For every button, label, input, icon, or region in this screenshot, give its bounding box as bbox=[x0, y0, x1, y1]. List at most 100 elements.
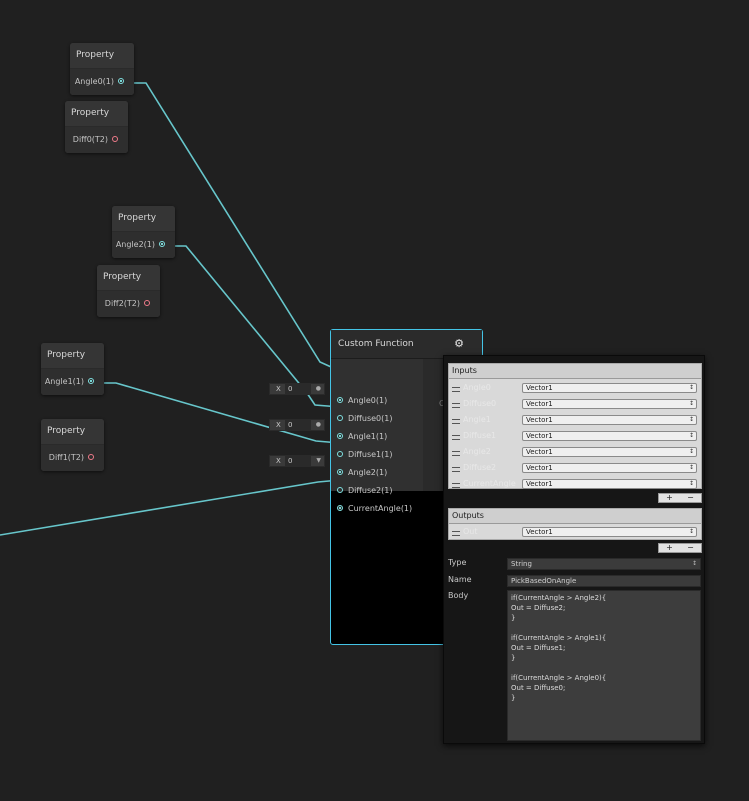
output-type-dropdown[interactable]: Vector1 bbox=[522, 527, 697, 537]
node-title: Property bbox=[97, 265, 160, 291]
list-item[interactable]: CurrentAngle Vector1 bbox=[449, 476, 701, 492]
port-label: Angle2(1) bbox=[348, 468, 388, 477]
input-type-dropdown[interactable]: Vector1 bbox=[522, 463, 697, 473]
drag-handle-icon[interactable] bbox=[452, 483, 460, 488]
port-label: Diffuse0(1) bbox=[348, 414, 393, 423]
list-item[interactable]: Angle1 Vector1 bbox=[449, 412, 701, 428]
output-name[interactable]: Out bbox=[463, 524, 478, 539]
outputs-header: Outputs bbox=[449, 509, 701, 524]
name-field[interactable]: PickBasedOnAngle bbox=[507, 575, 701, 587]
output-port[interactable] bbox=[112, 135, 118, 142]
drag-handle-icon[interactable] bbox=[452, 467, 460, 472]
input-type-dropdown[interactable]: Vector1 bbox=[522, 415, 697, 425]
inputs-add-remove: + − bbox=[658, 493, 702, 503]
body-label: Body bbox=[448, 591, 469, 600]
drag-handle-icon[interactable] bbox=[452, 403, 460, 408]
add-input-button[interactable]: + bbox=[659, 494, 680, 502]
property-node-angle0[interactable]: Property Angle0(1) bbox=[70, 43, 134, 95]
connector-dot-icon: ● bbox=[315, 385, 321, 392]
output-port[interactable] bbox=[159, 240, 165, 247]
default-value-diffuse2[interactable]: X 0 ▼ bbox=[269, 455, 325, 467]
output-port[interactable] bbox=[144, 299, 150, 306]
input-type-dropdown[interactable]: Vector1 bbox=[522, 383, 697, 393]
input-port-current-angle[interactable]: CurrentAngle(1) bbox=[337, 503, 412, 515]
list-item[interactable]: Diffuse1 Vector1 bbox=[449, 428, 701, 444]
drag-handle-icon[interactable] bbox=[452, 435, 460, 440]
outputs-list: Outputs Out Vector1 bbox=[448, 508, 702, 540]
node-title: Property bbox=[65, 101, 128, 127]
input-port-diffuse0[interactable]: Diffuse0(1) bbox=[337, 413, 392, 425]
input-port-angle1[interactable]: Angle1(1) bbox=[337, 431, 387, 443]
input-name[interactable]: Diffuse1 bbox=[463, 428, 496, 443]
node-title: Property bbox=[112, 206, 175, 232]
output-port[interactable] bbox=[88, 453, 94, 460]
input-name[interactable]: Angle1 bbox=[463, 412, 491, 427]
drag-handle-icon[interactable] bbox=[452, 531, 460, 536]
output-port[interactable] bbox=[118, 77, 124, 84]
input-port[interactable] bbox=[337, 432, 343, 439]
type-dropdown[interactable]: String bbox=[507, 558, 701, 570]
list-item[interactable]: Diffuse0 Vector1 bbox=[449, 396, 701, 412]
input-type-dropdown[interactable]: Vector1 bbox=[522, 431, 697, 441]
port-label: Angle0(1) bbox=[74, 77, 114, 86]
port-label: Diffuse1(1) bbox=[348, 450, 393, 459]
node-output: Angle0(1) bbox=[70, 69, 134, 95]
input-port-angle0[interactable]: Angle0(1) bbox=[337, 395, 387, 407]
input-type-dropdown[interactable]: Vector1 bbox=[522, 447, 697, 457]
node-output: Angle2(1) bbox=[112, 232, 175, 258]
input-port-diffuse1[interactable]: Diffuse1(1) bbox=[337, 449, 392, 461]
port-label: Angle1(1) bbox=[44, 377, 84, 386]
drag-handle-icon[interactable] bbox=[452, 419, 460, 424]
remove-output-button[interactable]: − bbox=[680, 544, 701, 552]
node-output: Diff2(T2) bbox=[97, 291, 160, 317]
output-port[interactable] bbox=[88, 377, 94, 384]
default-value-field[interactable]: 0 bbox=[285, 384, 311, 394]
port-label: Angle2(1) bbox=[115, 240, 155, 249]
property-node-angle1[interactable]: Property Angle1(1) bbox=[41, 343, 104, 395]
node-title: Property bbox=[41, 419, 104, 445]
remove-input-button[interactable]: − bbox=[680, 494, 701, 502]
list-item[interactable]: Diffuse2 Vector1 bbox=[449, 460, 701, 476]
body-textarea[interactable]: if(CurrentAngle > Angle2){ Out = Diffuse… bbox=[507, 590, 701, 741]
port-label: CurrentAngle(1) bbox=[348, 504, 413, 513]
add-output-button[interactable]: + bbox=[659, 544, 680, 552]
input-name[interactable]: Angle2 bbox=[463, 444, 491, 459]
port-label: Diffuse2(1) bbox=[348, 486, 393, 495]
node-output: Diff1(T2) bbox=[41, 445, 104, 471]
gear-icon[interactable]: ⚙ bbox=[454, 330, 464, 358]
input-name[interactable]: Diffuse0 bbox=[463, 396, 496, 411]
default-value-field[interactable]: 0 bbox=[285, 456, 311, 466]
input-port-diffuse2[interactable]: Diffuse2(1) bbox=[337, 485, 392, 497]
input-port[interactable] bbox=[337, 450, 343, 457]
input-name[interactable]: Diffuse2 bbox=[463, 460, 496, 475]
property-node-angle2[interactable]: Property Angle2(1) bbox=[112, 206, 175, 258]
input-port[interactable] bbox=[337, 486, 343, 493]
drag-handle-icon[interactable] bbox=[452, 451, 460, 456]
drag-handle-icon[interactable] bbox=[452, 387, 460, 392]
input-port[interactable] bbox=[337, 414, 343, 421]
input-port[interactable] bbox=[337, 468, 343, 475]
default-value-diffuse1[interactable]: X 0 ● bbox=[269, 419, 325, 431]
input-name[interactable]: CurrentAngle bbox=[463, 476, 516, 491]
port-label: Angle0(1) bbox=[348, 396, 388, 405]
port-label: Angle1(1) bbox=[348, 432, 388, 441]
default-value-field[interactable]: 0 bbox=[285, 420, 311, 430]
list-item[interactable]: Angle0 Vector1 bbox=[449, 380, 701, 396]
input-type-dropdown[interactable]: Vector1 bbox=[522, 399, 697, 409]
node-title: Property bbox=[41, 343, 104, 369]
input-type-dropdown[interactable]: Vector1 bbox=[522, 479, 697, 489]
list-item[interactable]: Angle2 Vector1 bbox=[449, 444, 701, 460]
wire-current-angle bbox=[0, 479, 341, 536]
input-port[interactable] bbox=[337, 504, 343, 511]
input-name[interactable]: Angle0 bbox=[463, 380, 491, 395]
input-port[interactable] bbox=[337, 396, 343, 403]
property-node-diff2[interactable]: Property Diff2(T2) bbox=[97, 265, 160, 317]
axis-label: X bbox=[276, 421, 281, 429]
port-label: Diff2(T2) bbox=[104, 299, 140, 308]
property-node-diff0[interactable]: Property Diff0(T2) bbox=[65, 101, 128, 153]
property-node-diff1[interactable]: Property Diff1(T2) bbox=[41, 419, 104, 471]
name-label: Name bbox=[448, 575, 472, 584]
input-port-angle2[interactable]: Angle2(1) bbox=[337, 467, 387, 479]
default-value-diffuse0[interactable]: X 0 ● bbox=[269, 383, 325, 395]
list-item[interactable]: Out Vector1 bbox=[449, 524, 701, 540]
